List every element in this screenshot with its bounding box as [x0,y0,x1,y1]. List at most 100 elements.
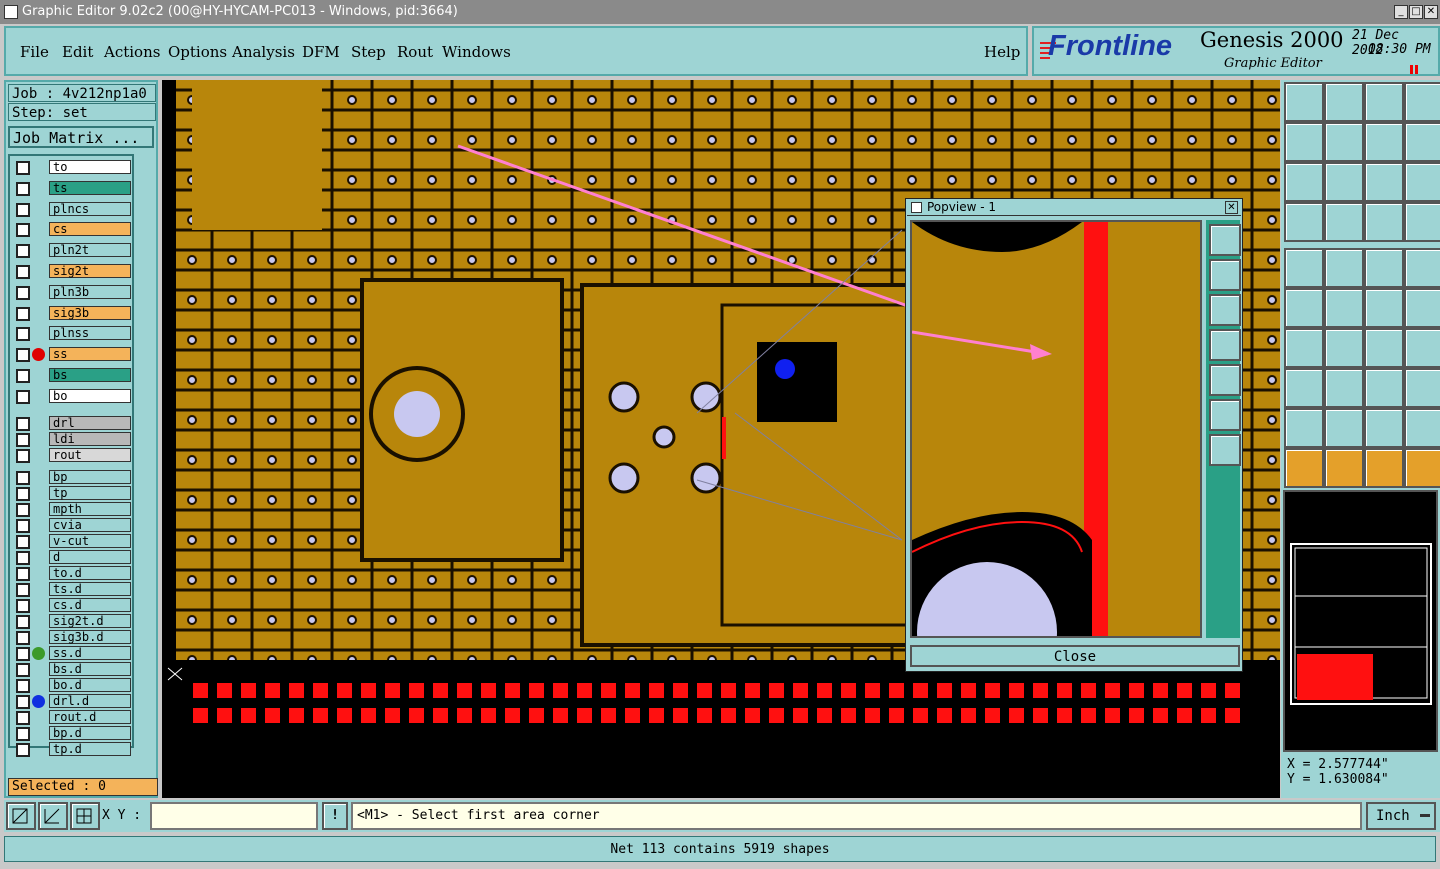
layer-checkbox[interactable] [16,202,30,217]
layer-name[interactable]: plnss [49,326,131,341]
maximize-button[interactable]: □ [1409,5,1423,19]
zoom-area-icon[interactable] [6,802,36,830]
layer-checkbox[interactable] [16,389,30,404]
layer-row[interactable]: sig2t.d [16,613,131,629]
layer-name[interactable]: ss [49,347,131,362]
layer-row[interactable]: tp [16,485,131,501]
tool-icon[interactable] [1364,122,1404,162]
layer-row[interactable]: to [16,160,131,175]
layer-row[interactable]: cs.d [16,597,131,613]
layer-checkbox[interactable] [16,534,30,549]
tool-icon[interactable] [1284,248,1324,288]
layer-name[interactable]: cs.d [49,597,131,612]
layer-row[interactable]: pln3b [16,284,131,300]
layer-checkbox[interactable] [16,550,30,565]
popview-tool-icon[interactable] [1209,259,1241,291]
tool-icon[interactable] [1324,408,1364,448]
layer-checkbox[interactable] [16,598,30,613]
tool-icon[interactable] [1404,82,1440,122]
layer-row[interactable]: v-cut [16,533,131,549]
tool-icon[interactable] [1404,248,1440,288]
layer-name[interactable]: rout [49,447,131,462]
layer-checkbox[interactable] [16,678,30,693]
layer-name[interactable]: sig3b [49,305,131,320]
tool-icon[interactable] [1404,448,1440,488]
layer-name[interactable]: tp [49,485,131,500]
tool-icon[interactable] [1364,82,1404,122]
layer-name[interactable]: bs.d [49,661,131,676]
layer-row[interactable]: d [16,549,131,565]
tool-icon[interactable] [1324,448,1364,488]
popview-tool-icon[interactable] [1209,329,1241,361]
xy-input[interactable] [150,802,318,830]
layer-name[interactable]: ldi [49,431,131,446]
layer-checkbox[interactable] [16,265,30,279]
layer-name[interactable]: rout.d [49,709,131,724]
layer-checkbox[interactable] [16,710,30,725]
layer-row[interactable]: bo.d [16,677,131,693]
tool-icon[interactable] [1364,288,1404,328]
tool-icon[interactable] [1284,288,1324,328]
layer-name[interactable]: sig2t [49,264,131,278]
info-icon[interactable]: ! [322,802,348,830]
layer-row[interactable]: drl.d [16,693,131,709]
layer-checkbox[interactable] [16,646,30,661]
layer-name[interactable]: drl.d [49,693,131,708]
measure-icon[interactable] [38,802,68,830]
popview-canvas[interactable] [910,220,1202,638]
layer-name[interactable]: v-cut [49,533,131,548]
menu-file[interactable]: File [20,43,49,61]
tool-icon[interactable] [1324,248,1364,288]
menu-rout[interactable]: Rout [397,43,433,61]
layer-name[interactable]: plncs [49,201,131,216]
layer-checkbox[interactable] [16,694,30,709]
popview-tool-icon[interactable] [1209,294,1241,326]
layer-row[interactable]: sig3b [16,305,131,321]
menu-dfm[interactable]: DFM [302,43,340,61]
layer-row[interactable]: drl [16,415,131,431]
layer-name[interactable]: bp.d [49,725,131,740]
layer-row[interactable]: ts.d [16,581,131,597]
layer-checkbox[interactable] [16,582,30,597]
menu-actions[interactable]: Actions [104,43,160,61]
layer-name[interactable]: mpth [49,501,131,516]
grid-icon[interactable] [70,802,100,830]
layer-checkbox[interactable] [16,502,30,517]
layer-checkbox[interactable] [16,285,30,300]
layer-checkbox[interactable] [16,518,30,533]
popview-close-button[interactable]: Close [910,645,1240,667]
layer-row[interactable]: pln2t [16,243,131,259]
layer-checkbox[interactable] [16,742,30,757]
tool-icon[interactable] [1364,202,1404,242]
tool-icon[interactable] [1404,288,1440,328]
layer-checkbox[interactable] [16,662,30,677]
layer-row[interactable]: tp.d [16,741,131,757]
unit-selector[interactable]: Inch [1366,802,1436,830]
tool-icon[interactable] [1284,122,1324,162]
minimize-button[interactable]: _ [1394,5,1408,19]
tool-icon[interactable] [1324,162,1364,202]
menu-help[interactable]: Help [984,43,1020,61]
tool-icon[interactable] [1324,288,1364,328]
overview-map[interactable] [1283,490,1438,752]
layer-name[interactable]: sig2t.d [49,613,131,628]
layer-checkbox[interactable] [16,432,30,447]
tool-icon[interactable] [1284,448,1324,488]
layer-name[interactable]: bo [49,388,131,403]
layer-checkbox[interactable] [16,614,30,629]
layer-checkbox[interactable] [16,181,30,196]
menu-analysis[interactable]: Analysis [232,43,295,61]
tool-icon[interactable] [1284,202,1324,242]
layer-row[interactable]: cs [16,222,131,238]
layer-checkbox[interactable] [16,244,30,259]
layer-checkbox[interactable] [16,448,30,463]
layer-name[interactable]: to [49,160,131,174]
tool-icon[interactable] [1364,408,1404,448]
layer-row[interactable]: ts [16,180,131,196]
layer-row[interactable]: plnss [16,326,131,342]
tool-icon[interactable] [1404,162,1440,202]
layer-row[interactable]: rout [16,447,131,463]
layer-checkbox[interactable] [16,327,30,342]
layer-row[interactable]: cvia [16,517,131,533]
popview-tool-icon[interactable] [1209,364,1241,396]
